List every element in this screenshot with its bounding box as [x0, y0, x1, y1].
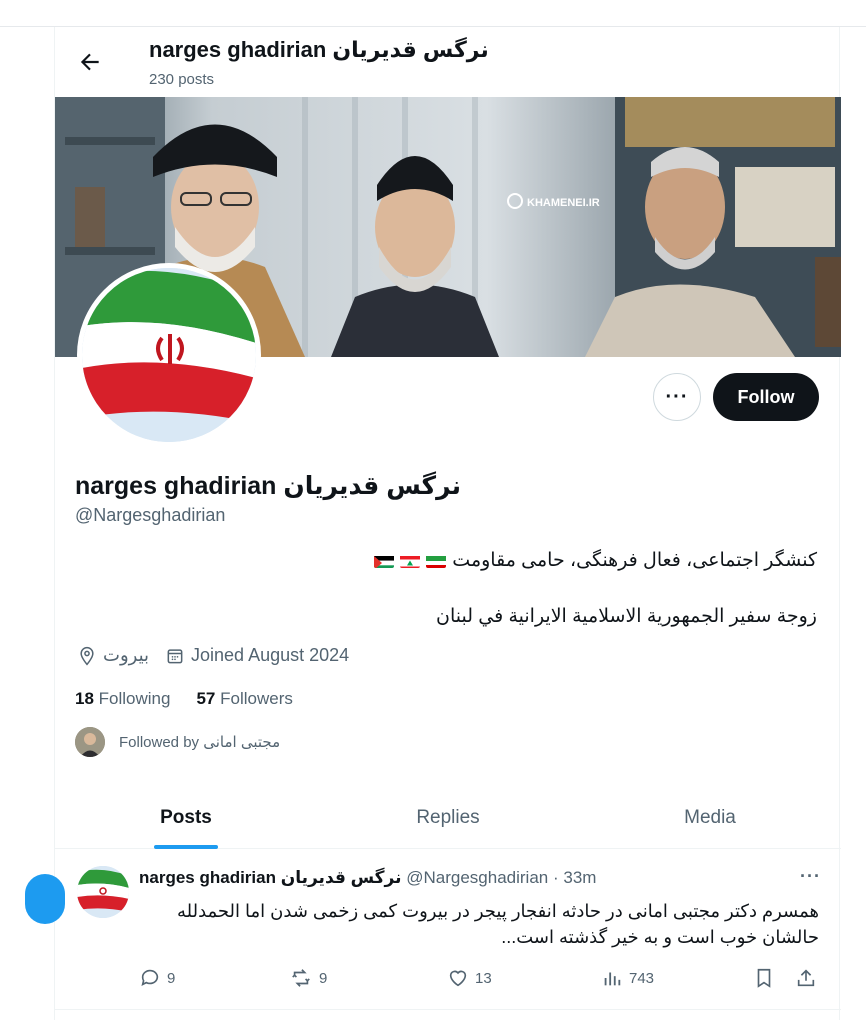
- share-icon: [797, 969, 815, 987]
- bio-line-1-text: کنشگر اجتماعی، فعال فرهنگی، حامی مقاومت: [452, 550, 817, 571]
- calendar-icon: [167, 648, 183, 663]
- lebanon-flag-icon: [400, 554, 421, 568]
- back-arrow-icon[interactable]: [77, 49, 103, 75]
- location-item: بیروت: [77, 645, 149, 666]
- like-count: 13: [475, 969, 492, 987]
- location-pin-icon: [80, 646, 94, 665]
- reply-button[interactable]: 9: [139, 958, 175, 998]
- profile-header: narges ghadirian نرگس قدیریان 230 posts: [55, 27, 841, 97]
- like-icon: [449, 970, 467, 987]
- bookmark-button[interactable]: [753, 958, 775, 998]
- following-count: 18: [75, 689, 94, 708]
- tweet-actions: 9 9 13 743: [139, 958, 819, 998]
- tab-replies[interactable]: Replies: [317, 787, 579, 849]
- repost-icon: [292, 969, 310, 987]
- share-button[interactable]: [795, 958, 817, 998]
- reply-count: 9: [167, 969, 176, 987]
- profile-name: narges ghadirian نرگس قدیریان: [75, 472, 462, 500]
- views-button[interactable]: 743: [601, 958, 654, 998]
- bio-line-2: زوجة سفير الجمهورية الاسلامية الايرانية …: [435, 606, 817, 627]
- iran-flag-icon: [426, 554, 447, 568]
- banner-watermark: KHAMENEI.IR: [527, 197, 600, 209]
- profile-meta: بیروت Joined August 2024: [77, 645, 365, 666]
- repost-count: 9: [319, 969, 328, 987]
- tweet-time[interactable]: · 33m: [553, 868, 596, 887]
- follow-stats: 18 Following 57 Followers: [75, 689, 293, 709]
- tweet-avatar[interactable]: [77, 866, 129, 918]
- profile-handle: @Nargesghadirian: [75, 505, 226, 525]
- views-count: 743: [629, 969, 655, 987]
- joined-text: Joined August 2024: [191, 645, 350, 665]
- following-link[interactable]: 18 Following: [75, 689, 170, 709]
- tweet-more-button[interactable]: ···: [800, 866, 821, 887]
- tab-media[interactable]: Media: [579, 787, 841, 849]
- bio-line-1: کنشگر اجتماعی، فعال فرهنگی، حامی مقاومت: [374, 549, 817, 572]
- follow-button[interactable]: Follow: [713, 373, 819, 421]
- location-text: بیروت: [103, 645, 150, 665]
- following-label: Following: [98, 689, 171, 708]
- joined-item: Joined August 2024: [165, 645, 349, 666]
- profile-column: narges ghadirian نرگس قدیریان 230 posts: [25, 27, 841, 1020]
- iran-flag-avatar-image: [82, 268, 256, 442]
- views-icon: [604, 972, 621, 986]
- followed-by-text: Followed by مجتبی امانی: [119, 734, 281, 751]
- tab-active-indicator: [154, 845, 218, 849]
- tweet-author-handle[interactable]: @Nargesghadirian: [406, 868, 548, 887]
- profile-tabs: Posts Replies Media: [55, 787, 841, 849]
- tab-replies-label: Replies: [416, 807, 480, 828]
- like-button[interactable]: 13: [447, 958, 492, 998]
- palestine-flag-icon: [374, 554, 395, 568]
- followers-link[interactable]: 57 Followers: [196, 689, 292, 709]
- tweet-author-name[interactable]: narges ghadirian نرگس قدیریان: [139, 868, 402, 887]
- followed-by-avatar: [75, 727, 105, 757]
- header-name: narges ghadirian نرگس قدیریان: [149, 37, 489, 62]
- followers-count: 57: [196, 689, 216, 708]
- tweet-text: همسرم دکتر مجتبی امانی در حادثه انفجار پ…: [176, 901, 819, 947]
- reply-icon: [141, 969, 159, 986]
- tweet-header: narges ghadirian نرگس قدیریان @Nargesgha…: [139, 868, 596, 888]
- followers-label: Followers: [220, 689, 293, 708]
- tab-posts-label: Posts: [160, 807, 212, 828]
- followed-by[interactable]: Followed by مجتبی امانی: [75, 727, 280, 757]
- more-options-button[interactable]: ···: [653, 373, 701, 421]
- tab-posts[interactable]: Posts: [55, 787, 317, 849]
- tab-media-label: Media: [684, 807, 736, 828]
- header-post-count: 230 posts: [149, 71, 215, 88]
- bookmark-icon: [757, 968, 771, 988]
- repost-button[interactable]: 9: [289, 958, 327, 998]
- profile-avatar[interactable]: [77, 263, 261, 447]
- tweet-item[interactable]: narges ghadirian نرگس قدیریان @Nargesgha…: [55, 850, 841, 1010]
